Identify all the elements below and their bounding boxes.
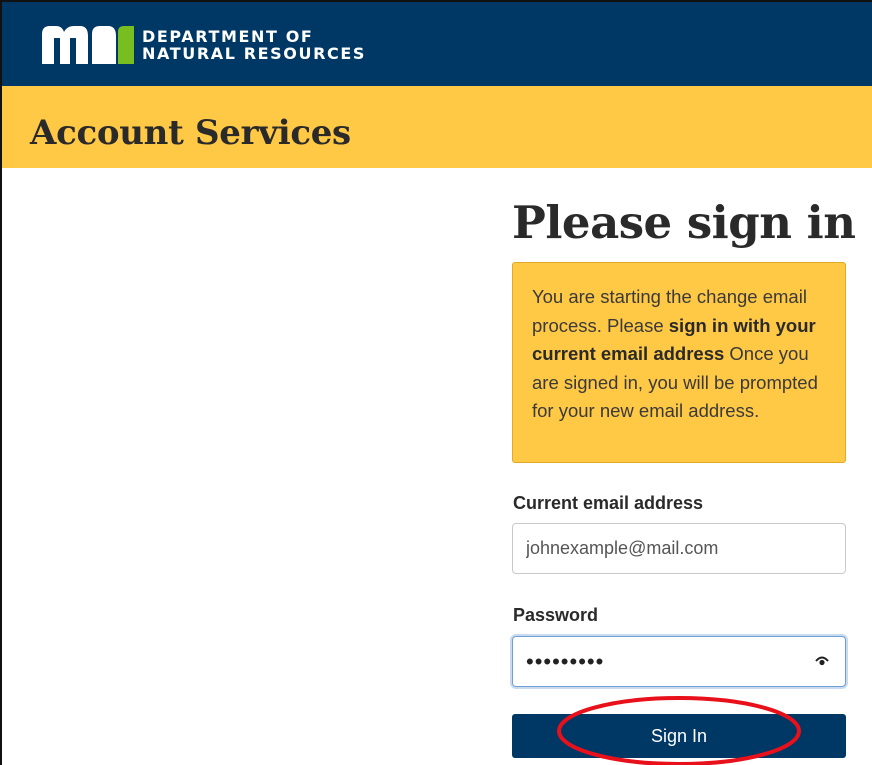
highlight-circle-annotation xyxy=(557,696,801,765)
mn-logo-icon xyxy=(42,26,134,64)
top-navigation-bar: DEPARTMENT OF NATURAL RESOURCES xyxy=(2,2,872,86)
org-name-line2: NATURAL RESOURCES xyxy=(142,44,366,63)
org-name-line1: DEPARTMENT OF xyxy=(142,27,314,46)
page-title-band: Account Services xyxy=(2,86,872,168)
page-title: Account Services xyxy=(30,113,351,153)
eye-icon[interactable] xyxy=(815,655,829,667)
email-field-wrapper xyxy=(512,523,846,574)
password-field-wrapper xyxy=(512,636,846,687)
password-input[interactable] xyxy=(513,637,793,686)
dnr-logo[interactable]: DEPARTMENT OF NATURAL RESOURCES xyxy=(42,26,366,64)
sign-in-heading: Please sign in xyxy=(512,196,856,249)
org-name: DEPARTMENT OF NATURAL RESOURCES xyxy=(142,28,366,62)
change-email-notice: You are starting the change email proces… xyxy=(512,262,846,463)
email-label: Current email address xyxy=(513,493,704,513)
email-input[interactable] xyxy=(513,524,793,573)
password-label: Password xyxy=(513,605,599,625)
